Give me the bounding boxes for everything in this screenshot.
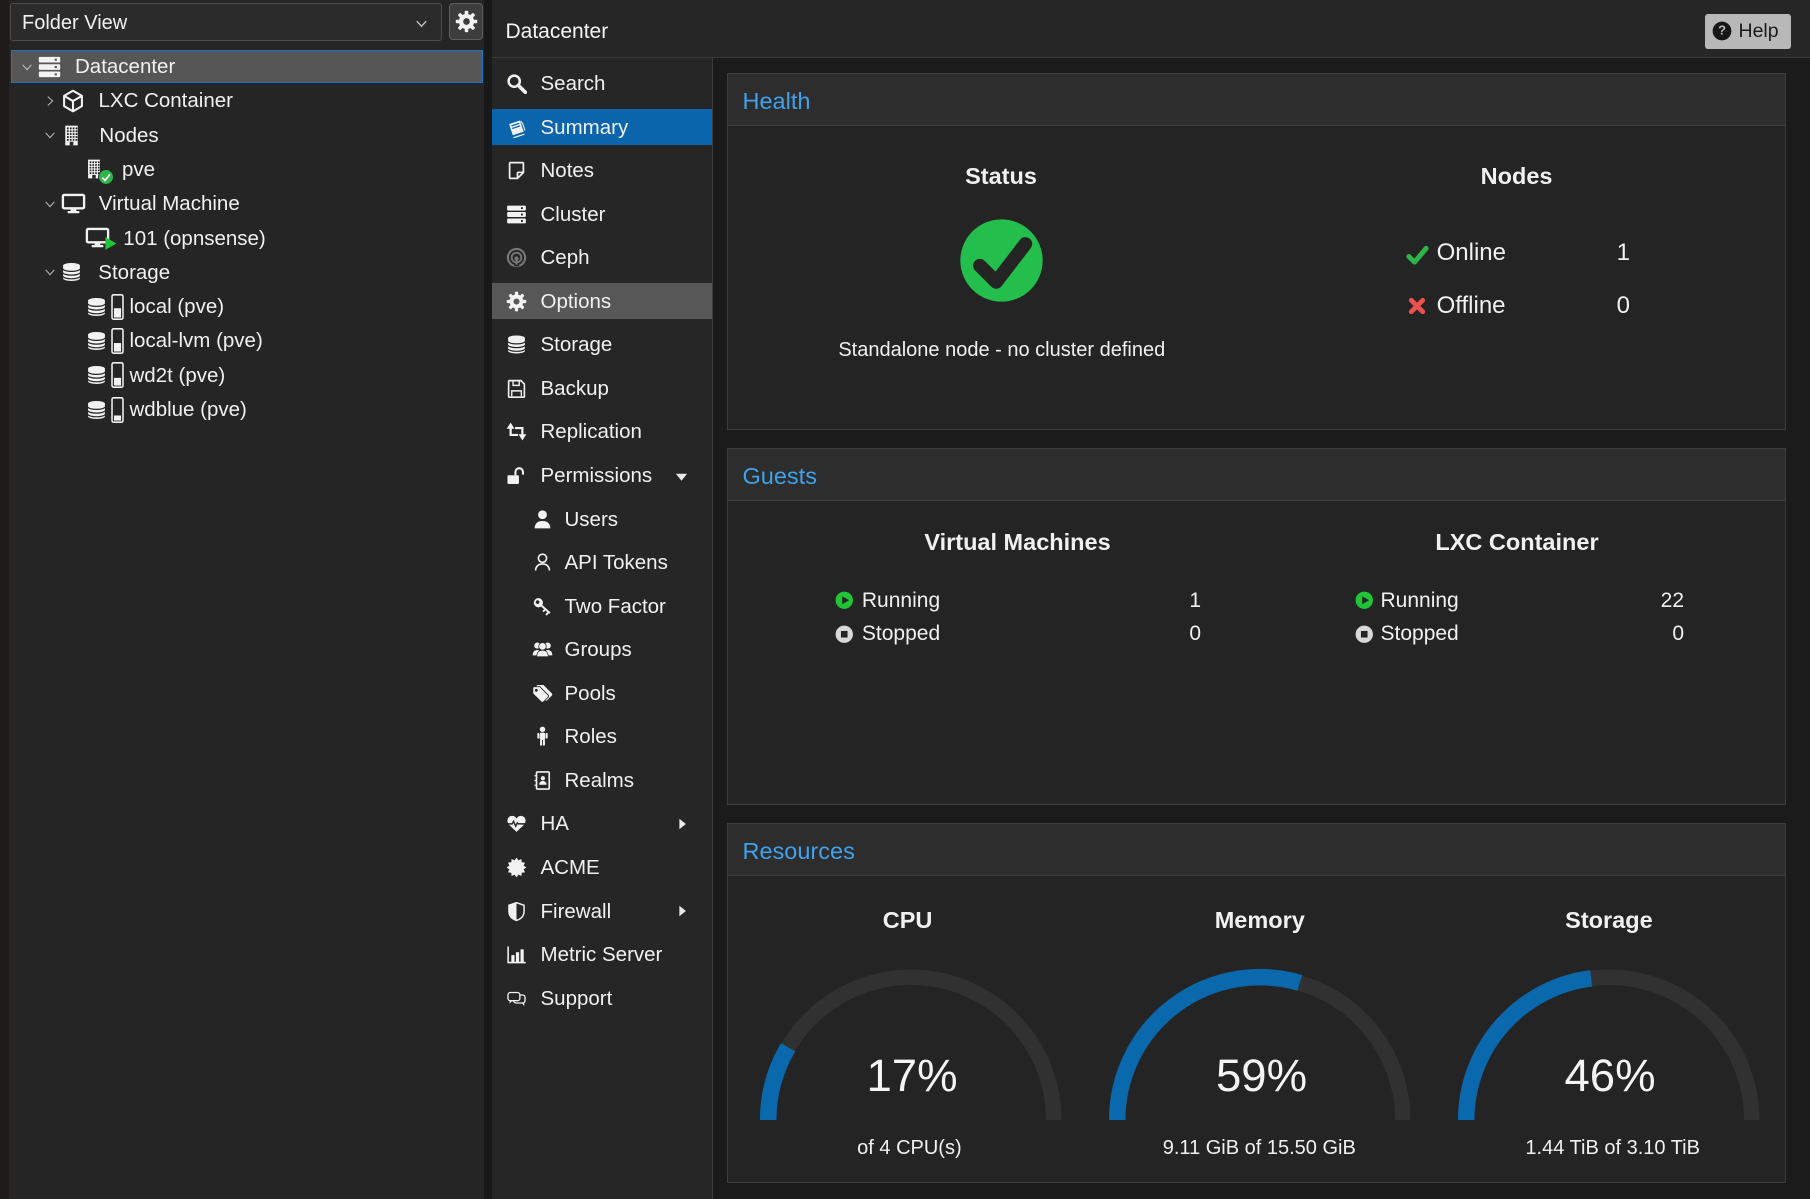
- svg-text:?: ?: [1718, 23, 1726, 38]
